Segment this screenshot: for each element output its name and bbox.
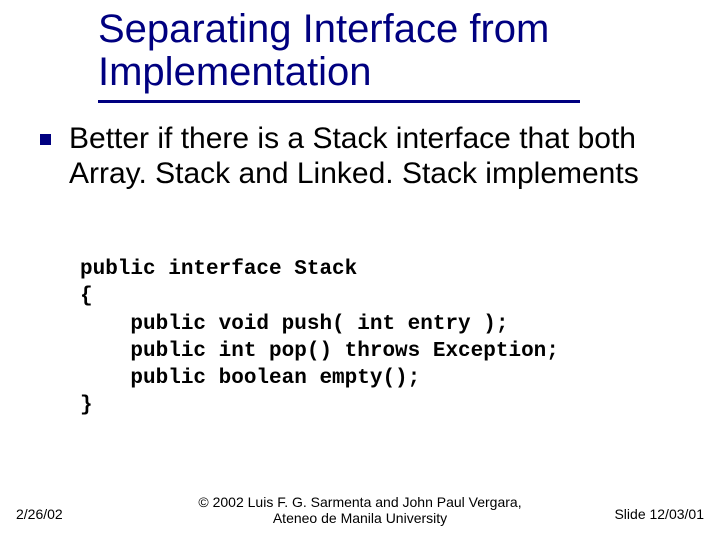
- bullet-item: Better if there is a Stack interface tha…: [40, 122, 690, 191]
- code-block: public interface Stack { public void pus…: [80, 256, 559, 420]
- footer-copyright-line1: © 2002 Luis F. G. Sarmenta and John Paul…: [0, 495, 720, 510]
- footer-slide-number: Slide 12/03/01: [614, 506, 704, 522]
- slide: Separating Interface from Implementation…: [0, 0, 720, 540]
- bullet-square-icon: [40, 134, 51, 145]
- footer-copyright-line2: Ateneo de Manila University: [0, 511, 720, 526]
- footer-copyright: © 2002 Luis F. G. Sarmenta and John Paul…: [0, 495, 720, 526]
- title-underline: [98, 100, 580, 103]
- slide-title: Separating Interface from Implementation: [98, 8, 688, 94]
- bullet-text: Better if there is a Stack interface tha…: [69, 122, 690, 191]
